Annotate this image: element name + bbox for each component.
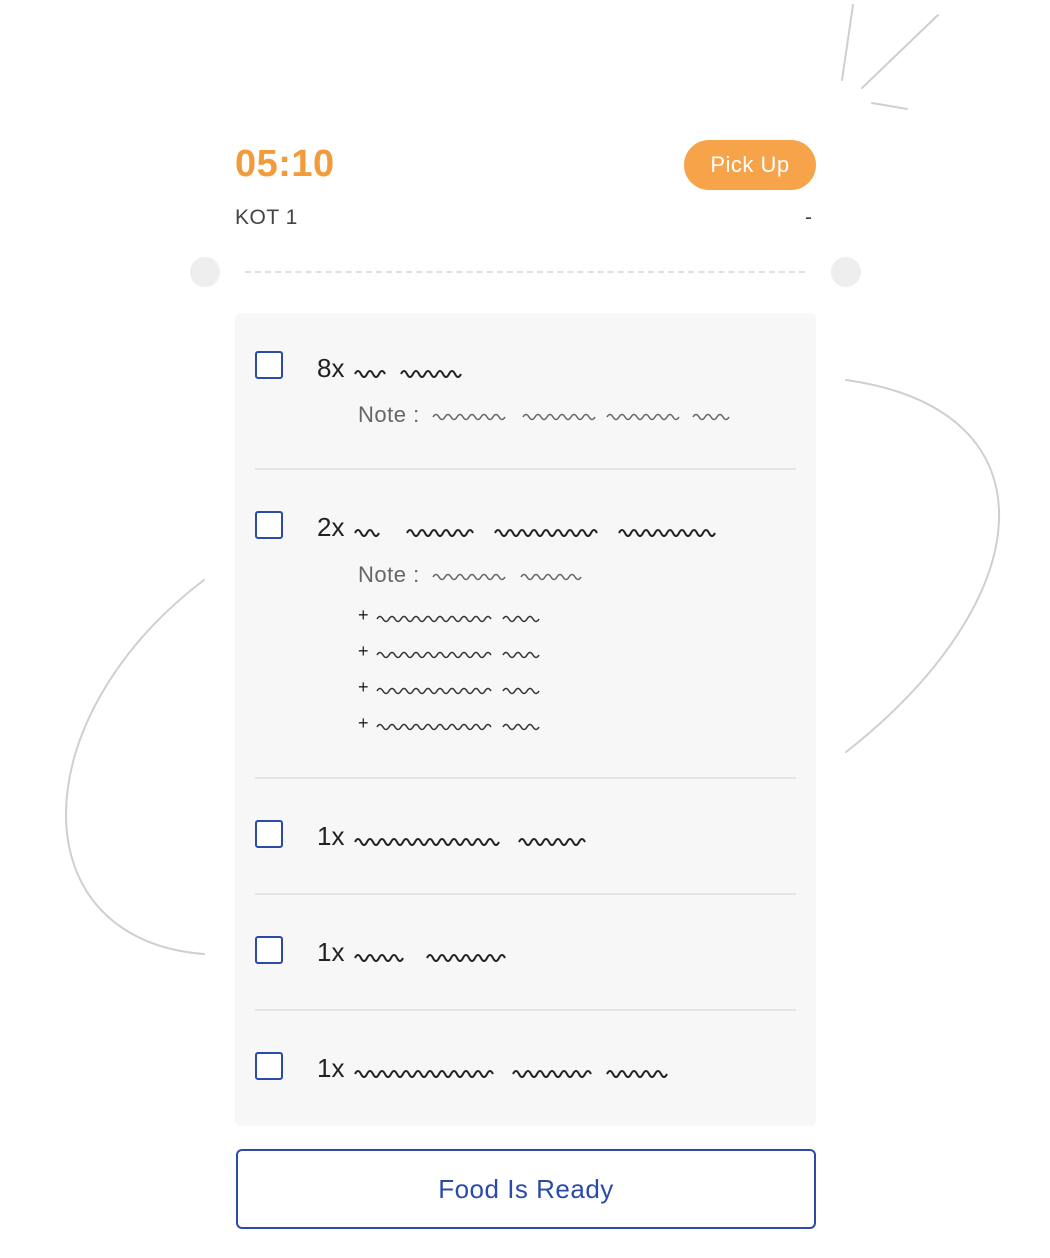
food-is-ready-button[interactable]: Food Is Ready: [236, 1149, 816, 1229]
item-checkbox[interactable]: [255, 351, 283, 379]
addon-scribble: [376, 687, 540, 695]
ticket-tear-line: [245, 271, 805, 273]
item-divider: [255, 468, 796, 470]
item-name-scribble: [354, 1070, 668, 1078]
item-quantity: 1x: [317, 937, 345, 967]
item-checkbox[interactable]: [255, 820, 283, 848]
ticket-notch-left: [190, 257, 220, 287]
addon-scribble: [376, 615, 540, 623]
item-name-scribble: [354, 838, 586, 846]
item-quantity: 1x: [317, 821, 345, 851]
addon-plus: +: [358, 605, 369, 625]
pick-up-button[interactable]: Pick Up: [684, 140, 816, 190]
item-checkbox[interactable]: [255, 511, 283, 539]
item-name-scribble: [354, 954, 506, 962]
addon-plus: +: [358, 641, 369, 661]
addon-plus: +: [358, 713, 369, 733]
addon-plus: +: [358, 677, 369, 697]
item-divider: [255, 893, 796, 895]
addon-scribble: [376, 723, 540, 731]
item-quantity: 1x: [317, 1053, 345, 1083]
item-checkbox[interactable]: [255, 1052, 283, 1080]
addon-scribble: [376, 651, 540, 659]
item-quantity: 8x: [317, 353, 345, 383]
kot-label: KOT 1: [235, 206, 298, 229]
ticket-notch-right: [831, 257, 861, 287]
item-note-scribble: [432, 413, 730, 421]
item-checkbox[interactable]: [255, 936, 283, 964]
order-items-panel: 8x Note : 2x Note : + + + + 1x 1x 1x: [235, 313, 816, 1126]
order-timer: 05:10: [235, 143, 335, 185]
kot-right-value: -: [805, 206, 812, 229]
item-divider: [255, 1009, 796, 1011]
item-note-scribble: [432, 573, 582, 581]
item-quantity: 2x: [317, 512, 345, 542]
item-divider: [255, 777, 796, 779]
item-note-label: Note :: [358, 402, 420, 427]
item-note-label: Note :: [358, 562, 420, 587]
item-name-scribble: [354, 370, 462, 378]
item-name-scribble: [354, 529, 716, 537]
